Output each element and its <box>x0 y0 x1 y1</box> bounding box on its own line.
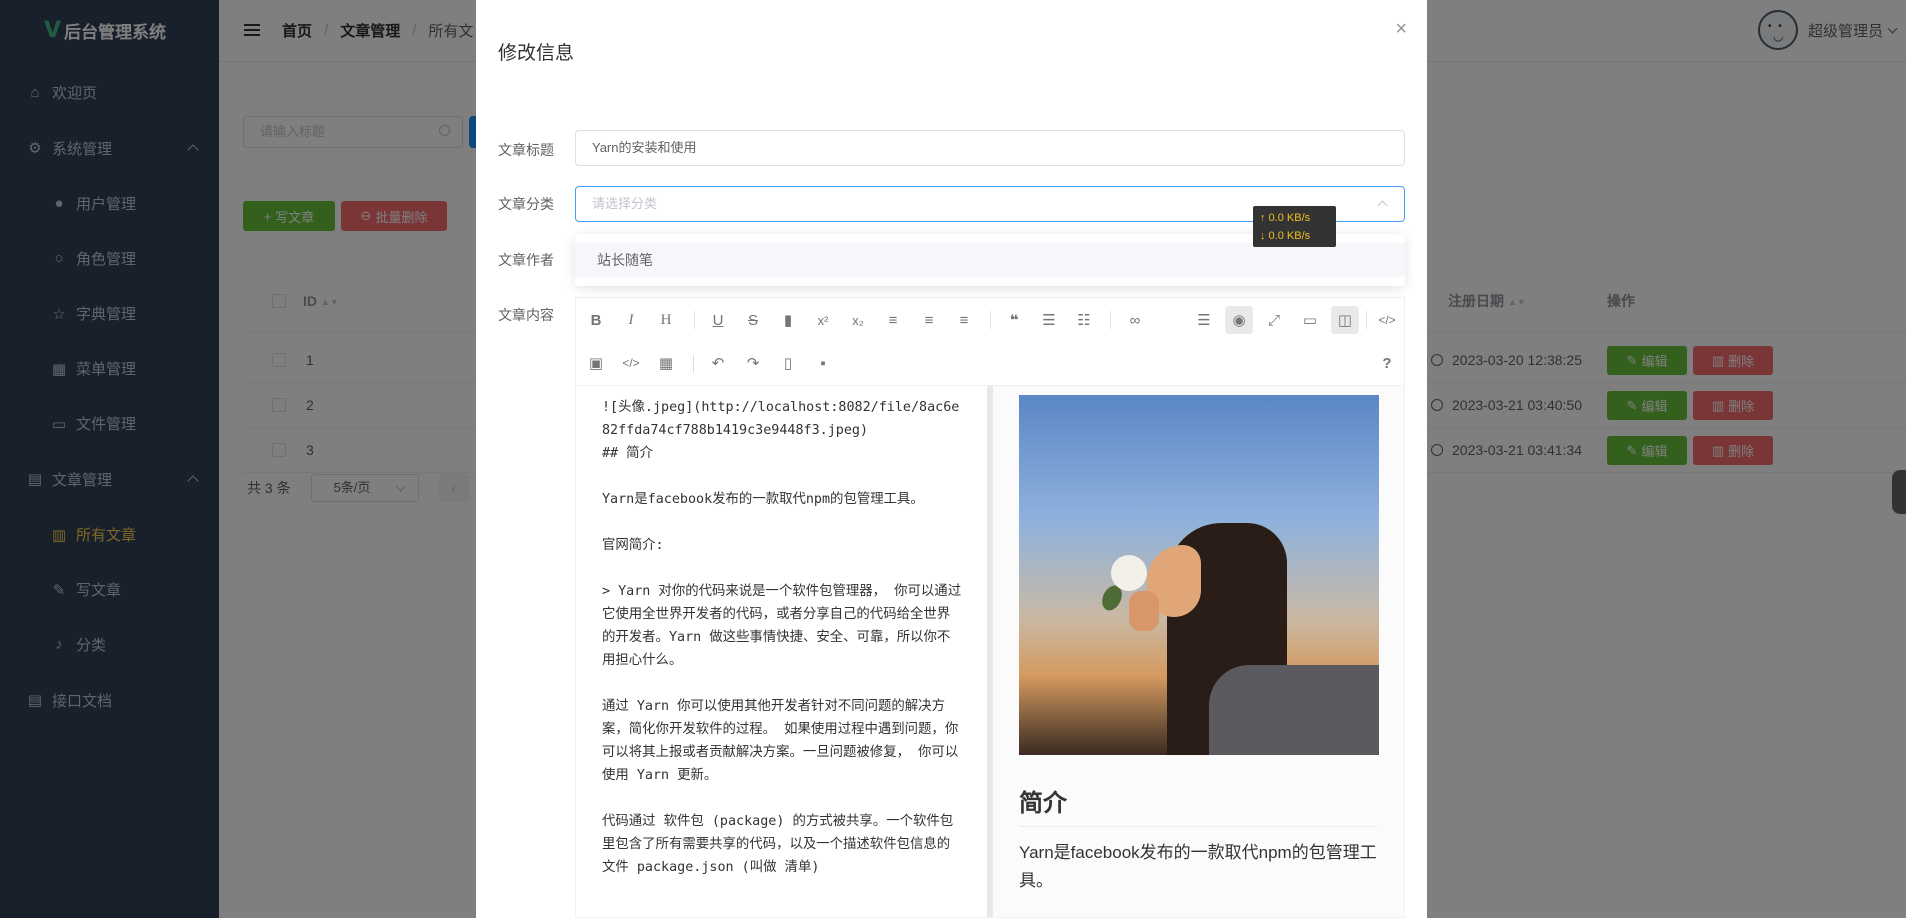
align-left-icon[interactable]: ≡ <box>879 306 907 334</box>
source-line <box>602 672 963 695</box>
help-icon[interactable]: ? <box>1373 349 1401 377</box>
author-label: 文章作者 <box>498 252 554 268</box>
align-center-icon[interactable]: ≡ <box>915 306 943 334</box>
html-code-icon[interactable]: </> <box>1373 306 1401 334</box>
markdown-source-pane[interactable]: ![头像.jpeg](http://localhost:8082/file/8a… <box>576 386 987 917</box>
toolbar-divider <box>694 311 695 329</box>
preview-toggle-icon[interactable]: ◉ <box>1225 306 1253 334</box>
content-label: 文章内容 <box>498 307 554 323</box>
photo-hand <box>1129 591 1159 631</box>
toolbar-divider <box>693 355 694 373</box>
bookmark-icon[interactable]: ▮ <box>774 306 802 334</box>
ordered-list-icon[interactable]: ☰ <box>1035 306 1063 334</box>
read-mode-icon[interactable]: ▭ <box>1296 306 1324 334</box>
source-line: > Yarn 对你的代码来说是一个软件包管理器， 你可以通过它使用全世界开发者的… <box>602 584 962 668</box>
preview-paragraph: Yarn是facebook发布的一款取代npm的包管理工具。 <box>1019 843 1377 890</box>
source-line: 通过 Yarn 你可以使用其他开发者针对不同问题的解决方案，简化你开发软件的过程… <box>602 699 959 783</box>
download-speed: ↓ 0.0 KB/s <box>1260 230 1311 242</box>
title-input[interactable]: Yarn的安装和使用 <box>575 130 1405 166</box>
markdown-editor: B I H U S ▮ x² x₂ ≡ ≡ ≡ ❝ ☰ ☷ ∞ ☰ ◉ ⤢ ▭ … <box>575 297 1405 918</box>
photo-body <box>1209 665 1379 755</box>
save-icon[interactable]: ▪ <box>809 349 837 377</box>
toolbar-divider <box>1110 311 1111 329</box>
preview-image <box>1019 395 1379 755</box>
italic-icon[interactable]: I <box>617 306 645 334</box>
subscript-icon[interactable]: x₂ <box>844 306 872 334</box>
fullscreen-icon[interactable]: ⤢ <box>1260 306 1288 334</box>
unordered-list-icon[interactable]: ☷ <box>1070 306 1098 334</box>
superscript-icon[interactable]: x² <box>809 306 837 334</box>
image-icon[interactable]: ▣ <box>582 349 610 377</box>
source-line <box>602 465 963 488</box>
close-icon[interactable]: × <box>1395 18 1407 41</box>
trash-icon[interactable]: ▯ <box>774 349 802 377</box>
link-icon[interactable]: ∞ <box>1121 306 1149 334</box>
edit-dialog: 修改信息 × 文章标题 Yarn的安装和使用 文章分类 请选择分类 文章作者 文… <box>476 0 1427 918</box>
editor-toolbar: B I H U S ▮ x² x₂ ≡ ≡ ≡ ❝ ☰ ☷ ∞ ☰ ◉ ⤢ ▭ … <box>576 298 1404 386</box>
toolbar-divider <box>990 311 991 329</box>
upload-speed: ↑ 0.0 KB/s <box>1260 212 1311 224</box>
source-line <box>602 511 963 534</box>
source-line <box>602 787 963 810</box>
underline-icon[interactable]: U <box>704 306 732 334</box>
preview-heading: 简介 <box>1019 783 1378 827</box>
undo-icon[interactable]: ↶ <box>704 349 732 377</box>
redo-icon[interactable]: ↷ <box>739 349 767 377</box>
chevron-up-icon <box>1377 200 1388 211</box>
title-label: 文章标题 <box>498 142 554 158</box>
source-line: Yarn是facebook发布的一款取代npm的包管理工具。 <box>602 492 924 507</box>
category-label: 文章分类 <box>498 196 554 212</box>
category-placeholder: 请选择分类 <box>592 196 658 211</box>
source-line: 官网简介: <box>602 538 664 553</box>
network-speed-widget: ↑ 0.0 KB/s ↓ 0.0 KB/s <box>1253 206 1336 247</box>
source-line: ![头像.jpeg](http://localhost:8082/file/8a… <box>602 400 960 438</box>
side-float-tab[interactable] <box>1892 470 1906 514</box>
dropdown-option[interactable]: 站长随笔 <box>575 243 1405 277</box>
toolbar-divider <box>1366 311 1367 329</box>
code-block-icon[interactable]: </> <box>617 349 645 377</box>
heading-icon[interactable]: H <box>652 306 680 334</box>
strikethrough-icon[interactable]: S <box>739 306 767 334</box>
dialog-title: 修改信息 <box>498 43 575 64</box>
source-line <box>602 557 963 580</box>
split-view-icon[interactable]: ◫ <box>1331 306 1359 334</box>
photo-flower <box>1111 555 1147 591</box>
table-icon[interactable]: ▦ <box>652 349 680 377</box>
markdown-preview-pane: 简介 Yarn是facebook发布的一款取代npm的包管理工具。 <box>993 386 1404 917</box>
navigation-icon[interactable]: ☰ <box>1190 306 1218 334</box>
source-line: ## 简介 <box>602 446 653 461</box>
bold-icon[interactable]: B <box>582 306 610 334</box>
quote-icon[interactable]: ❝ <box>1000 306 1028 334</box>
source-line: 代码通过 软件包 (package) 的方式被共享。一个软件包里包含了所有需要共… <box>602 814 954 875</box>
align-right-icon[interactable]: ≡ <box>950 306 978 334</box>
